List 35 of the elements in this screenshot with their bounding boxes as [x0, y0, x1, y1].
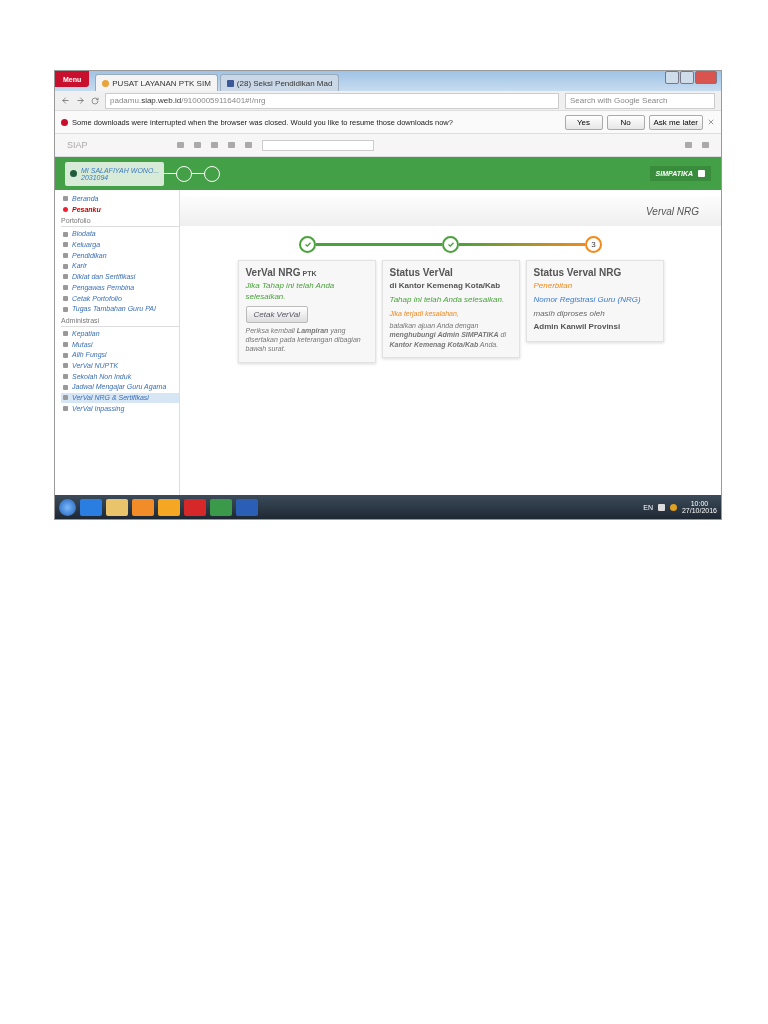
- taskbar-app-icon[interactable]: [158, 498, 180, 516]
- back-icon[interactable]: [61, 96, 70, 105]
- app-logo: SIAP: [67, 140, 89, 150]
- card-text: Admin Kanwil Provinsi: [533, 322, 622, 334]
- address-field[interactable]: padamu.siap.web.id/91000059116401#!/nrg: [105, 92, 559, 109]
- favicon-icon: [102, 79, 110, 87]
- card-title: Status VerVal: [389, 267, 454, 278]
- print-button[interactable]: Cetak VerVal: [245, 305, 309, 323]
- maximize-icon[interactable]: [680, 71, 694, 84]
- search-field[interactable]: Search with Google Search: [565, 92, 715, 109]
- card-text: Nomor Registrasi Guru (NRG): [533, 294, 642, 306]
- forward-icon[interactable]: [76, 96, 85, 105]
- step-number: 3: [585, 236, 602, 253]
- toolbar-search-field[interactable]: [262, 139, 374, 151]
- favicon-icon: [226, 79, 234, 87]
- card-text: Jika Tahap ini telah Anda selesaikan.: [245, 281, 336, 303]
- browser-tab[interactable]: (28) Seksi Pendidikan Mad: [219, 74, 340, 91]
- taskbar-app-icon[interactable]: [210, 498, 232, 516]
- close-icon[interactable]: [707, 118, 715, 126]
- card-text: Penerbitan: [533, 281, 574, 292]
- minimize-icon[interactable]: [665, 71, 679, 84]
- dialog-button[interactable]: Ask me later: [648, 114, 703, 130]
- reload-icon[interactable]: [91, 96, 99, 105]
- dialog-button[interactable]: Yes: [564, 114, 603, 130]
- start-button[interactable]: [59, 498, 76, 516]
- browser-logo-icon: [61, 118, 68, 126]
- card-text: masih diproses oleh: [533, 308, 606, 320]
- card-text: Tahap ini telah Anda selesaikan.: [389, 294, 506, 306]
- card-text: di Kantor Kemenag Kota/Kab: [389, 281, 502, 292]
- card-title: Status Verval NRG: [533, 267, 623, 278]
- taskbar-app-icon[interactable]: [132, 498, 154, 516]
- browser-tab[interactable]: PUSAT LAYANAN PTK SIM: [95, 74, 218, 91]
- dialog-button[interactable]: No: [606, 114, 645, 130]
- taskbar-app-icon[interactable]: [106, 498, 128, 516]
- page-title: Verval NRG: [646, 205, 699, 217]
